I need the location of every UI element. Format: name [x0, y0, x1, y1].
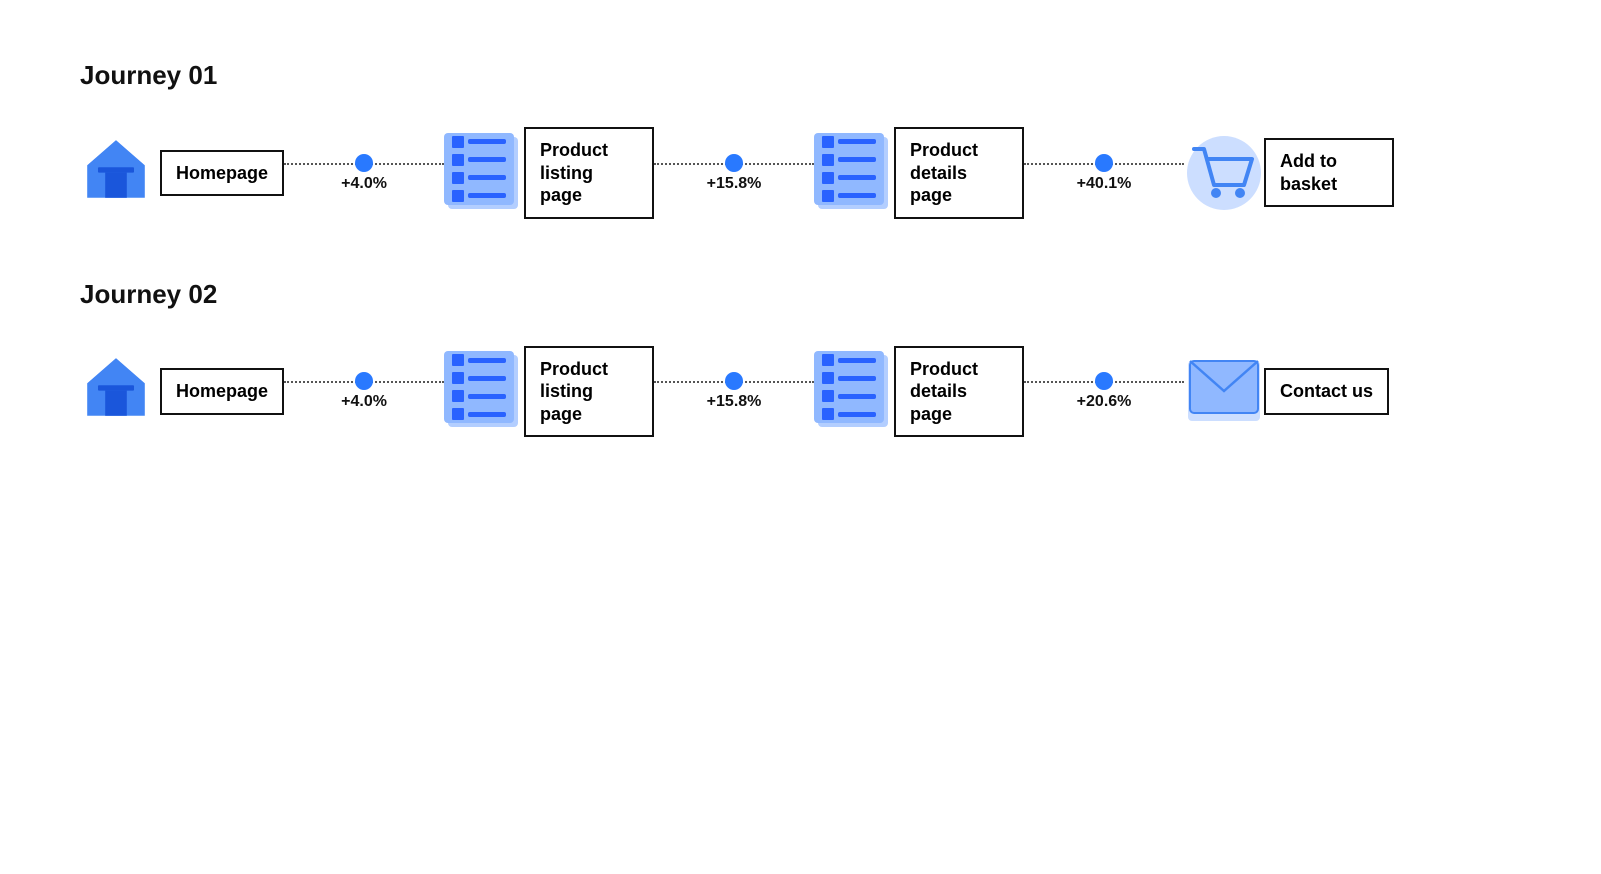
connector-pct: +4.0%	[341, 393, 387, 411]
connector-1: +15.8%	[654, 371, 814, 411]
home-icon	[80, 351, 160, 431]
connector-line	[654, 371, 814, 391]
node-pdp1: Product details page	[814, 127, 1024, 219]
connector-dot	[725, 372, 743, 390]
journey-title: Journey 02	[80, 279, 1521, 310]
journey-section-1: Journey 01 Homepage +4.0% Product listin…	[80, 60, 1521, 219]
list-icon	[444, 133, 524, 213]
node-basket1: Add to basket	[1184, 133, 1394, 213]
connector-line	[654, 153, 814, 173]
list-icon	[814, 133, 894, 213]
connector-0: +4.0%	[284, 371, 444, 411]
connector-line	[1024, 153, 1184, 173]
list-icon	[814, 351, 894, 431]
connector-dot	[1095, 154, 1113, 172]
envelope-icon	[1184, 351, 1264, 431]
node-label: Homepage	[160, 368, 284, 415]
connector-pct: +15.8%	[707, 175, 762, 193]
connector-line	[284, 153, 444, 173]
node-label: Product listing page	[524, 127, 654, 219]
connector-line	[284, 371, 444, 391]
node-contact2: Contact us	[1184, 351, 1389, 431]
node-label: Add to basket	[1264, 138, 1394, 207]
node-label: Homepage	[160, 150, 284, 197]
node-label: Contact us	[1264, 368, 1389, 415]
node-label: Product details page	[894, 346, 1024, 438]
node-pdp2: Product details page	[814, 346, 1024, 438]
node-plp2: Product listing page	[444, 346, 654, 438]
connector-line	[1024, 371, 1184, 391]
node-plp1: Product listing page	[444, 127, 654, 219]
connector-dot	[1095, 372, 1113, 390]
connector-pct: +15.8%	[707, 393, 762, 411]
connector-pct: +40.1%	[1077, 175, 1132, 193]
home-icon	[80, 133, 160, 213]
connector-dot	[355, 372, 373, 390]
connector-2: +40.1%	[1024, 153, 1184, 193]
journey-flow: Homepage +4.0% Product listing page +15.…	[80, 127, 1521, 219]
node-home2: Homepage	[80, 351, 284, 431]
connector-dot	[355, 154, 373, 172]
journey-section-2: Journey 02 Homepage +4.0% Product listin…	[80, 279, 1521, 438]
connector-dot	[725, 154, 743, 172]
cart-icon	[1184, 133, 1264, 213]
journey-flow: Homepage +4.0% Product listing page +15.…	[80, 346, 1521, 438]
list-icon	[444, 351, 524, 431]
connector-1: +15.8%	[654, 153, 814, 193]
node-label: Product listing page	[524, 346, 654, 438]
node-label: Product details page	[894, 127, 1024, 219]
node-home1: Homepage	[80, 133, 284, 213]
connector-pct: +4.0%	[341, 175, 387, 193]
connector-pct: +20.6%	[1077, 393, 1132, 411]
journey-title: Journey 01	[80, 60, 1521, 91]
connector-0: +4.0%	[284, 153, 444, 193]
connector-2: +20.6%	[1024, 371, 1184, 411]
